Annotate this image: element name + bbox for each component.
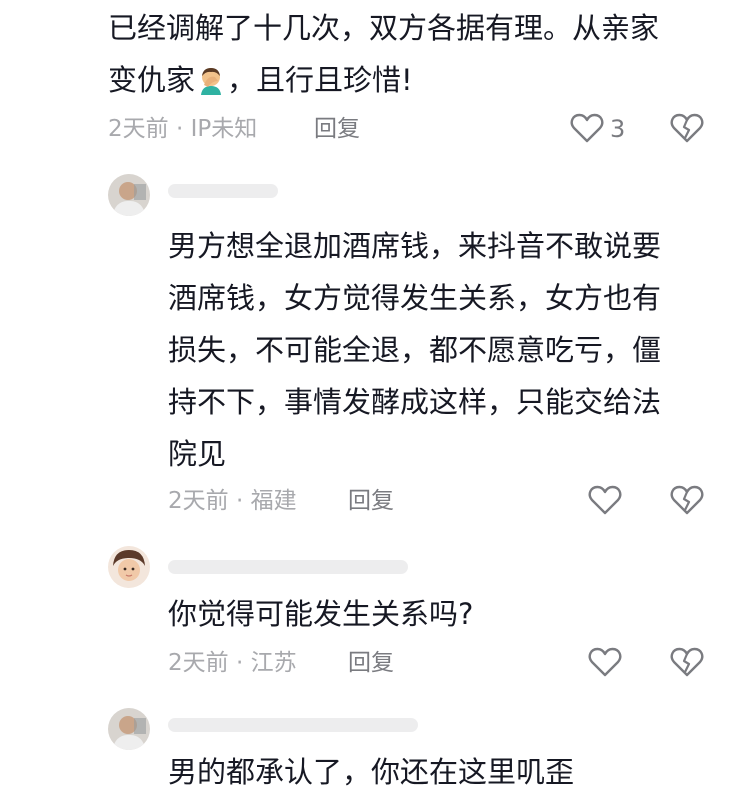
comment-meta: 2天前 · IP未知 <box>108 114 257 144</box>
heart-outline-icon[interactable] <box>588 646 622 678</box>
comment-text-line: 已经调解了十几次，双方各据有理。从亲家 <box>108 11 660 45</box>
avatar[interactable] <box>108 174 150 216</box>
meta-separator: · <box>235 650 244 676</box>
avatar-image <box>108 708 150 750</box>
heart-outline-icon[interactable] <box>570 112 604 144</box>
man-facepalming-emoji <box>201 68 222 95</box>
comment-3: 你觉得可能发生关系吗? 2天前 · 江苏 回复 <box>0 540 744 700</box>
like-count: 3 <box>610 115 626 143</box>
comment-1: 已经调解了十几次，双方各据有理。从亲家 变仇家 ，且行且珍惜! 2天前 · IP… <box>0 0 744 160</box>
comment-time: 2天前 <box>168 488 229 514</box>
comment-location: 江苏 <box>250 650 297 676</box>
comment-text-line: 男方想全退加酒席钱，来抖音不敢说要 <box>168 229 662 263</box>
username[interactable] <box>168 184 278 198</box>
comment-time: 2天前 <box>168 650 229 676</box>
comment-meta: 2天前 · 福建 <box>168 486 297 516</box>
avatar-image <box>108 546 150 588</box>
username[interactable] <box>168 560 408 574</box>
comment-time: 2天前 <box>108 116 169 142</box>
comment-location: 福建 <box>250 488 297 514</box>
comment-text-line: 损失，不可能全退，都不愿意吃亏，僵 <box>168 333 662 367</box>
meta-separator: · <box>235 488 244 514</box>
heart-outline-icon[interactable] <box>588 484 622 516</box>
comment-meta: 2天前 · 江苏 <box>168 648 297 678</box>
avatar[interactable] <box>108 546 150 588</box>
username[interactable] <box>168 718 418 732</box>
comment-text-segment: 变仇家 <box>108 63 196 97</box>
comment-text-segment: ，且行且珍惜! <box>227 63 413 97</box>
comment-text-line: 你觉得可能发生关系吗? <box>168 597 474 631</box>
reply-button[interactable]: 回复 <box>348 486 394 516</box>
avatar-image <box>108 174 150 216</box>
reply-button[interactable]: 回复 <box>348 648 394 678</box>
avatar[interactable] <box>108 708 150 750</box>
comment-text-line: 酒席钱，女方觉得发生关系，女方也有 <box>168 281 662 315</box>
reply-button[interactable]: 回复 <box>314 114 360 144</box>
comment-text-line: 变仇家 ，且行且珍惜! <box>108 60 413 100</box>
broken-heart-icon[interactable] <box>670 646 704 678</box>
comment-2: 男方想全退加酒席钱，来抖音不敢说要 酒席钱，女方觉得发生关系，女方也有 损失，不… <box>0 160 744 540</box>
broken-heart-icon[interactable] <box>670 484 704 516</box>
comment-4: 男的都承认了，你还在这里叽歪 <box>0 700 744 793</box>
meta-separator: · <box>175 116 184 142</box>
comment-text-line: 院见 <box>168 437 227 471</box>
comment-text-line: 男的都承认了，你还在这里叽歪 <box>168 755 575 789</box>
comment-location: IP未知 <box>190 116 258 142</box>
broken-heart-icon[interactable] <box>670 112 704 144</box>
comment-text-line: 持不下，事情发酵成这样，只能交给法 <box>168 385 662 419</box>
